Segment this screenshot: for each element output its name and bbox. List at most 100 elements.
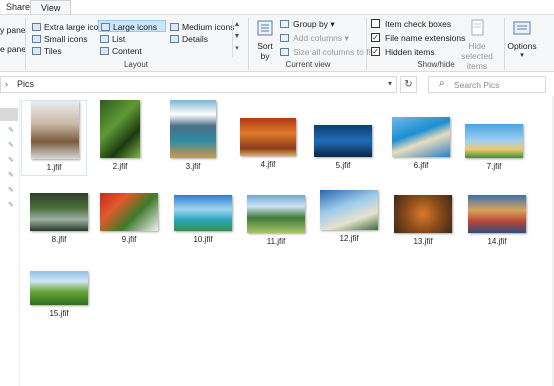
layout-medium-icons[interactable]: Medium icons bbox=[168, 21, 234, 33]
tiles-icon bbox=[32, 47, 41, 55]
pin-icon[interactable]: ✎ bbox=[8, 201, 14, 209]
file-item[interactable]: 10.jfif bbox=[170, 191, 236, 249]
pin-icon[interactable]: ✎ bbox=[8, 141, 14, 149]
current-view-group-label: Current view bbox=[285, 60, 331, 69]
file-name-extensions-toggle[interactable]: ✓ File name extensions bbox=[371, 32, 465, 44]
autumn-forest-photo bbox=[240, 118, 296, 156]
file-item[interactable]: 1.jfif bbox=[21, 100, 87, 176]
file-item[interactable]: 2.jfif bbox=[87, 96, 153, 176]
layout-item-label: Content bbox=[112, 46, 142, 56]
pin-icon[interactable]: ✎ bbox=[8, 126, 14, 134]
search-input[interactable]: Search Pics bbox=[454, 80, 499, 90]
chevron-down-icon[interactable]: ▼ bbox=[233, 31, 241, 43]
file-item[interactable]: 15.jfif bbox=[26, 267, 92, 323]
address-bar[interactable]: › Pics ▾ bbox=[0, 76, 397, 93]
file-item[interactable]: 8.jfif bbox=[26, 189, 92, 249]
file-item[interactable]: 7.jfif bbox=[461, 120, 527, 176]
expand-gallery-icon[interactable]: ▾ bbox=[233, 43, 241, 55]
layout-content[interactable]: Content bbox=[98, 45, 142, 57]
checkbox-checked[interactable]: ✓ bbox=[371, 33, 380, 42]
pin-icon[interactable]: ✎ bbox=[8, 186, 14, 194]
hidden-items-toggle[interactable]: ✓ Hidden items bbox=[371, 46, 435, 58]
chevron-up-icon[interactable]: ▲ bbox=[233, 19, 241, 31]
tea-field-photo bbox=[30, 271, 88, 305]
file-item[interactable]: 14.jfif bbox=[464, 191, 530, 251]
hide-selected-icon bbox=[471, 19, 484, 36]
green-peaks-photo bbox=[247, 195, 305, 233]
ribbon-separator bbox=[25, 18, 26, 70]
file-item[interactable]: 3.jfif bbox=[160, 96, 226, 176]
layout-small-icons[interactable]: Small icons bbox=[30, 33, 87, 45]
checkbox-checked[interactable]: ✓ bbox=[371, 47, 380, 56]
file-name: 14.jfif bbox=[487, 237, 507, 246]
show-hide-group-label: Show/hide bbox=[417, 60, 455, 69]
add-columns-button[interactable]: Add columns ▾ bbox=[280, 32, 349, 44]
options-button[interactable]: Options ▾ bbox=[507, 19, 537, 61]
checkbox-unchecked[interactable] bbox=[371, 19, 380, 28]
file-item[interactable]: 4.jfif bbox=[235, 114, 301, 174]
chevron-down-icon[interactable]: ▾ bbox=[388, 79, 392, 88]
file-name: 7.jfif bbox=[486, 162, 502, 171]
file-item[interactable]: 9.jfif bbox=[96, 189, 162, 249]
content-icon bbox=[100, 47, 109, 55]
large-icons-icon bbox=[101, 23, 110, 31]
file-name: 5.jfif bbox=[335, 161, 351, 170]
coastal-town-photo bbox=[468, 195, 526, 233]
size-columns-button[interactable]: Size all columns to fit bbox=[280, 46, 373, 58]
sort-label: Sort bbox=[257, 41, 273, 51]
ribbon: y pane e pane Extra large icons Large ic… bbox=[0, 14, 554, 72]
deer-photo bbox=[31, 101, 79, 159]
add-columns-icon bbox=[280, 34, 289, 42]
layout-gallery-scroll[interactable]: ▲ ▼ ▾ bbox=[232, 19, 241, 57]
pin-icon[interactable]: ✎ bbox=[8, 156, 14, 164]
hidden-items-label: Hidden items bbox=[385, 47, 435, 57]
layout-details[interactable]: Details bbox=[168, 33, 208, 45]
file-item[interactable]: 12.jfif bbox=[316, 186, 382, 248]
squirrel-flowers-photo bbox=[100, 193, 158, 231]
file-item[interactable]: 13.jfif bbox=[390, 191, 456, 251]
nav-selected-item[interactable] bbox=[0, 108, 18, 121]
item-check-boxes-label: Item check boxes bbox=[385, 19, 452, 29]
details-pane-button[interactable]: e pane bbox=[0, 44, 26, 54]
ribbon-separator bbox=[366, 18, 367, 70]
layout-large-icons[interactable]: Large icons bbox=[98, 20, 166, 32]
file-name: 13.jfif bbox=[413, 237, 433, 246]
item-check-boxes-toggle[interactable]: Item check boxes bbox=[371, 18, 451, 30]
bridge-reflection-photo bbox=[30, 193, 88, 231]
breadcrumb[interactable]: Pics bbox=[17, 79, 34, 89]
navigation-pane-button[interactable]: y pane bbox=[0, 25, 26, 35]
layout-tiles[interactable]: Tiles bbox=[30, 45, 62, 57]
chevron-right-icon[interactable]: › bbox=[5, 79, 8, 89]
search-icon: ⌕ bbox=[439, 78, 445, 89]
group-by-button[interactable]: Group by ▾ bbox=[280, 18, 335, 30]
layout-list[interactable]: List bbox=[98, 33, 125, 45]
extra-large-icons-icon bbox=[32, 23, 41, 31]
size-columns-icon bbox=[280, 48, 289, 56]
chevron-down-icon: ▾ bbox=[520, 52, 524, 59]
sort-by-button[interactable]: Sort by bbox=[254, 19, 276, 61]
underwater-photo bbox=[314, 125, 372, 157]
ribbon-separator bbox=[248, 18, 249, 70]
file-item[interactable]: 5.jfif bbox=[310, 121, 376, 175]
refresh-button[interactable]: ↻ bbox=[400, 76, 417, 93]
search-box[interactable]: ⌕ Search Pics bbox=[428, 76, 546, 93]
layout-extra-large-icons[interactable]: Extra large icons bbox=[30, 21, 107, 33]
mountain-lake-photo bbox=[170, 100, 216, 158]
list-icon bbox=[100, 35, 109, 43]
pin-icon[interactable]: ✎ bbox=[8, 171, 14, 179]
file-name: 4.jfif bbox=[260, 160, 276, 169]
coast-cliff-photo bbox=[392, 117, 450, 157]
file-item[interactable]: 11.jfif bbox=[243, 191, 309, 251]
layout-item-label: Small icons bbox=[44, 34, 88, 44]
sort-by-icon bbox=[257, 20, 273, 36]
file-name: 8.jfif bbox=[51, 235, 67, 244]
add-columns-label: Add columns bbox=[293, 33, 343, 43]
navigation-pane: ✎ ✎ ✎ ✎ ✎ ✎ bbox=[0, 96, 20, 386]
leaves-photo bbox=[100, 100, 140, 158]
file-item[interactable]: 6.jfif bbox=[388, 113, 454, 175]
details-icon bbox=[170, 35, 179, 43]
beach-sky-photo bbox=[465, 124, 523, 158]
tab-view[interactable]: View bbox=[30, 0, 72, 14]
layout-group-label: Layout bbox=[123, 60, 149, 69]
options-label: Options bbox=[507, 41, 537, 51]
